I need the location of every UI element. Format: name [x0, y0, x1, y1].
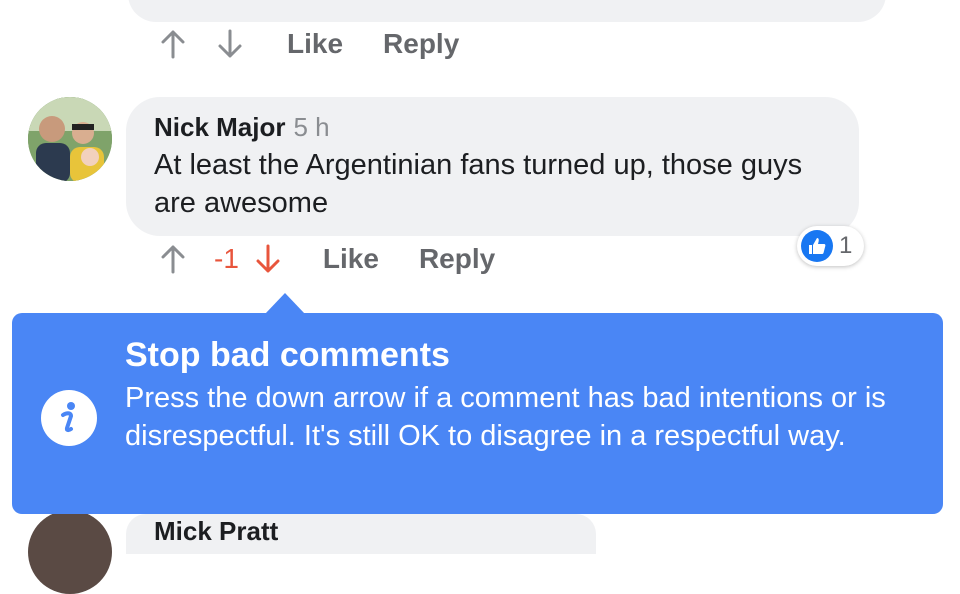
tooltip-title: Stop bad comments — [125, 336, 450, 374]
info-icon — [41, 390, 97, 446]
avatar[interactable] — [28, 97, 112, 181]
downvote-arrow-icon[interactable] — [215, 28, 245, 60]
previous-comment-bubble — [128, 0, 886, 22]
upvote-arrow-icon[interactable] — [158, 28, 188, 60]
like-link[interactable]: Like — [323, 243, 379, 275]
comment-actions: -1 Like Reply — [158, 243, 495, 275]
avatar[interactable] — [28, 510, 112, 594]
tooltip-pointer — [265, 293, 305, 314]
downvote-tooltip[interactable]: Stop bad comments Press the down arrow i… — [12, 313, 943, 514]
comment-header: Nick Major 5 h — [154, 112, 330, 143]
reaction-count-badge[interactable]: 1 — [797, 226, 865, 266]
reply-link[interactable]: Reply — [419, 243, 495, 275]
thumbs-up-icon — [801, 230, 833, 262]
reply-link[interactable]: Reply — [383, 28, 459, 60]
comment-author[interactable]: Nick Major — [154, 112, 286, 142]
vote-score: -1 — [214, 243, 239, 274]
comment-text: At least the Argentinian fans turned up,… — [154, 149, 803, 219]
like-link[interactable]: Like — [287, 28, 343, 60]
comment-author[interactable]: Mick Pratt — [154, 516, 278, 547]
upvote-arrow-icon[interactable] — [158, 243, 188, 275]
comment-timestamp[interactable]: 5 h — [294, 112, 330, 142]
reaction-count: 1 — [839, 232, 853, 259]
previous-comment-actions: Like Reply — [158, 28, 459, 60]
downvote-arrow-icon[interactable] — [253, 243, 283, 275]
tooltip-body: Press the down arrow if a comment has ba… — [125, 382, 886, 452]
